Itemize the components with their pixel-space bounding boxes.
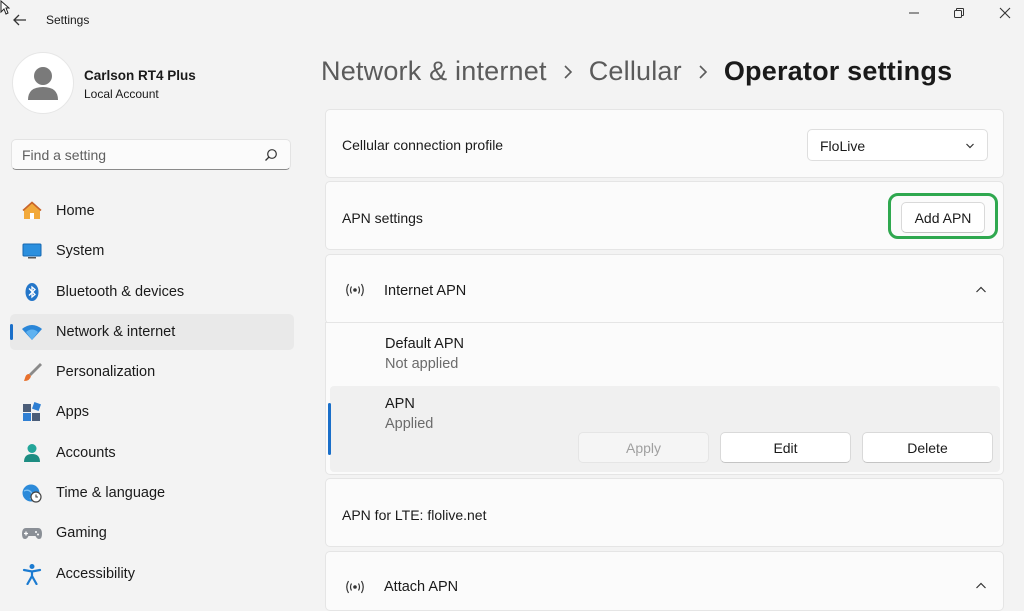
apn-entry-default[interactable]: Default APN Not applied bbox=[325, 330, 1004, 382]
internet-apn-label: Internet APN bbox=[384, 283, 467, 299]
sidebar-item-accounts[interactable]: Accounts bbox=[10, 435, 294, 471]
system-icon bbox=[21, 240, 43, 262]
app-title: Settings bbox=[46, 13, 90, 27]
chevron-right-icon bbox=[693, 57, 713, 87]
page-title: Operator settings bbox=[723, 56, 953, 86]
user-name: Carlson RT4 Plus bbox=[84, 68, 196, 83]
user-profile[interactable]: Carlson RT4 Plus Local Account bbox=[12, 52, 292, 116]
chevron-right-icon bbox=[558, 57, 578, 87]
wifi-icon bbox=[21, 321, 43, 343]
sidebar-item-gaming[interactable]: Gaming bbox=[10, 515, 294, 551]
cellular-profile-dropdown[interactable]: FloLive bbox=[807, 129, 988, 161]
avatar bbox=[12, 52, 74, 114]
sidebar-item-label: Bluetooth & devices bbox=[56, 283, 185, 300]
back-arrow-icon bbox=[13, 14, 26, 26]
apn-entry-name: Default APN bbox=[385, 336, 464, 352]
highlight-annotation bbox=[888, 193, 998, 239]
search-box[interactable] bbox=[11, 139, 291, 170]
chevron-up-icon[interactable] bbox=[975, 284, 987, 296]
sidebar-nav: Home System Bluetooth & devices Network … bbox=[10, 193, 294, 596]
title-bar: Settings bbox=[0, 0, 1024, 40]
sidebar-item-time-language[interactable]: Time & language bbox=[10, 475, 294, 511]
attach-apn-header[interactable]: Attach APN bbox=[325, 551, 1004, 611]
active-indicator bbox=[10, 323, 13, 340]
search-icon[interactable] bbox=[264, 148, 278, 162]
sidebar-item-label: Accounts bbox=[56, 444, 116, 461]
gamepad-icon bbox=[21, 522, 43, 544]
sidebar-item-label: Time & language bbox=[56, 485, 166, 502]
minimize-icon bbox=[909, 12, 919, 14]
lte-apn-label: APN for LTE: flolive.net bbox=[342, 507, 487, 523]
breadcrumb-cellular[interactable]: Cellular bbox=[589, 56, 682, 87]
sidebar-item-bluetooth[interactable]: Bluetooth & devices bbox=[10, 274, 294, 310]
cellular-profile-label: Cellular connection profile bbox=[342, 137, 504, 153]
sidebar-item-apps[interactable]: Apps bbox=[10, 394, 294, 430]
sidebar-item-label: Gaming bbox=[56, 525, 107, 542]
search-input[interactable] bbox=[22, 146, 252, 164]
bluetooth-icon bbox=[21, 281, 43, 303]
globe-clock-icon bbox=[21, 482, 43, 504]
edit-button[interactable]: Edit bbox=[720, 432, 851, 463]
apn-settings-label: APN settings bbox=[342, 210, 423, 226]
internet-apn-header[interactable]: Internet APN bbox=[325, 254, 1004, 324]
minimize-button[interactable] bbox=[891, 0, 937, 26]
sidebar-item-accessibility[interactable]: Accessibility bbox=[10, 556, 294, 592]
cellular-profile-value: FloLive bbox=[820, 138, 866, 154]
sidebar-item-label: Home bbox=[56, 203, 95, 219]
sidebar-item-label: Network & internet bbox=[56, 323, 176, 340]
sidebar-item-label: Apps bbox=[56, 404, 90, 421]
accessibility-icon bbox=[21, 563, 43, 585]
back-button[interactable] bbox=[10, 10, 30, 30]
close-button[interactable] bbox=[982, 0, 1024, 26]
apps-icon bbox=[21, 401, 43, 423]
chevron-down-icon bbox=[966, 143, 974, 149]
apn-entry-name: APN bbox=[385, 396, 415, 412]
antenna-icon bbox=[346, 283, 364, 297]
breadcrumb: Network & internet Cellular Operator set… bbox=[321, 56, 952, 87]
home-icon bbox=[21, 200, 43, 222]
sidebar-item-label: System bbox=[56, 243, 105, 260]
account-type: Local Account bbox=[84, 87, 159, 101]
sidebar-item-system[interactable]: System bbox=[10, 233, 294, 269]
sidebar-item-network[interactable]: Network & internet bbox=[10, 313, 294, 350]
cellular-profile-card: Cellular connection profile FloLive bbox=[325, 109, 1004, 178]
sidebar-item-personalization[interactable]: Personalization bbox=[10, 354, 294, 390]
restore-button[interactable] bbox=[936, 0, 982, 26]
chevron-up-icon[interactable] bbox=[975, 580, 987, 592]
close-icon bbox=[999, 7, 1011, 19]
breadcrumb-network-internet[interactable]: Network & internet bbox=[321, 56, 547, 87]
mouse-cursor-icon bbox=[0, 0, 10, 15]
antenna-icon bbox=[346, 580, 364, 594]
apply-button[interactable]: Apply bbox=[578, 432, 709, 463]
user-avatar-icon bbox=[28, 67, 58, 100]
lte-apn-card: APN for LTE: flolive.net bbox=[325, 478, 1004, 547]
restore-icon bbox=[954, 8, 964, 18]
delete-button[interactable]: Delete bbox=[862, 432, 993, 463]
apn-entry-status: Applied bbox=[385, 416, 434, 432]
sidebar-item-label: Accessibility bbox=[56, 565, 135, 582]
accounts-icon bbox=[21, 442, 43, 464]
apn-entry-status: Not applied bbox=[385, 356, 459, 372]
brush-icon bbox=[21, 361, 43, 383]
attach-apn-label: Attach APN bbox=[384, 579, 459, 595]
sidebar-item-home[interactable]: Home bbox=[10, 193, 294, 229]
sidebar-item-label: Personalization bbox=[56, 364, 156, 381]
